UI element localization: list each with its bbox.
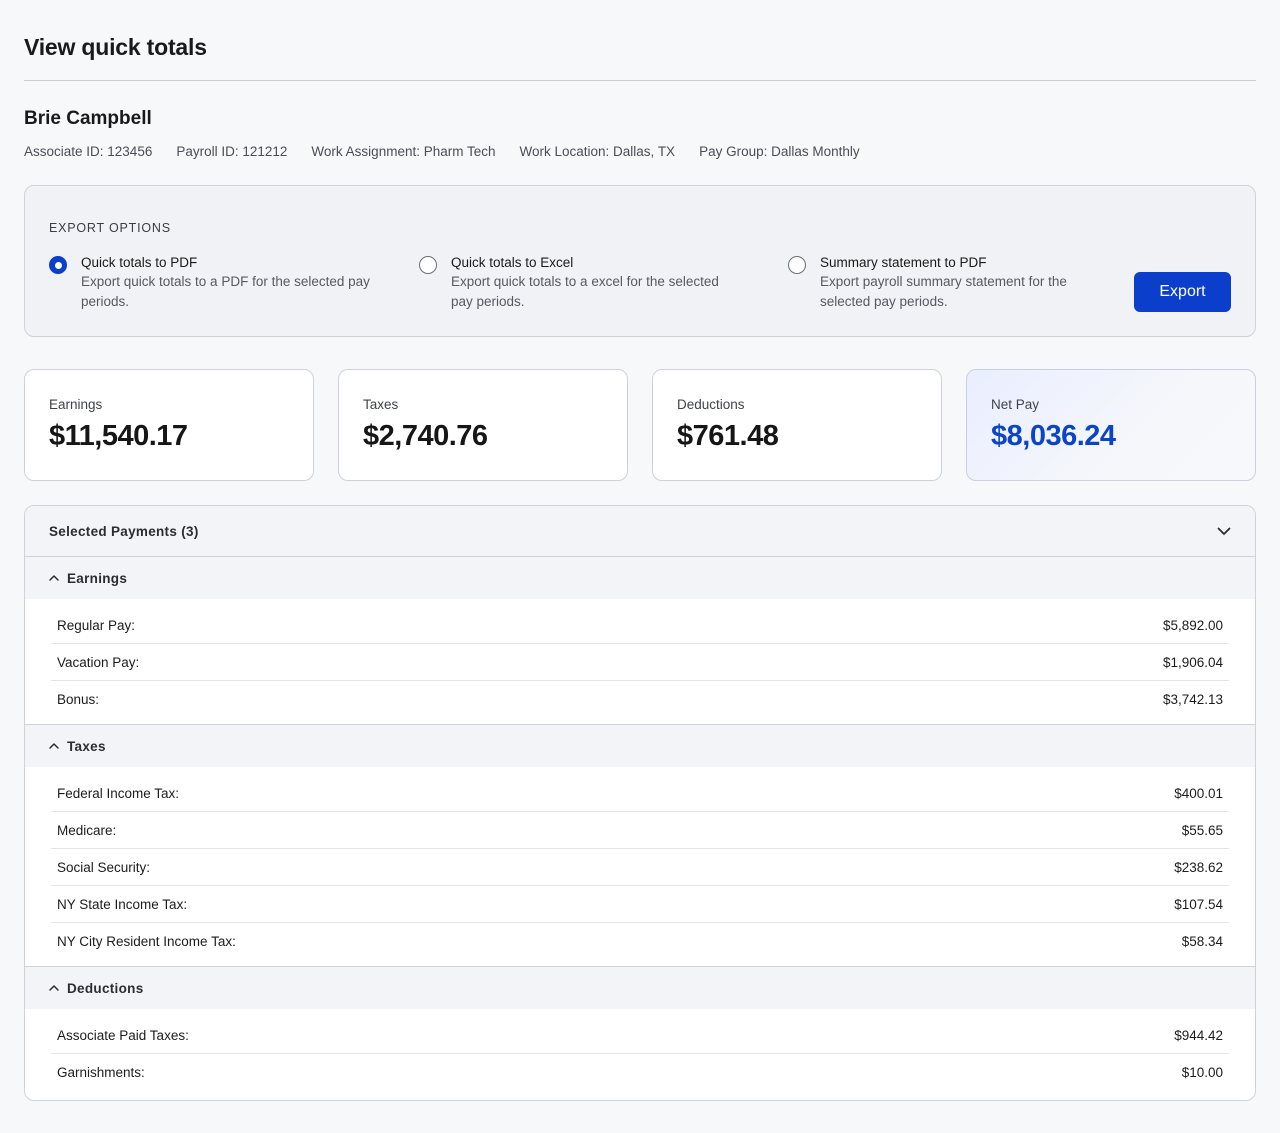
export-options-panel: EXPORT OPTIONS Quick totals to PDF Expor… <box>24 185 1256 337</box>
row-label: Garnishments: <box>57 1065 145 1080</box>
radio-excel[interactable] <box>419 256 437 274</box>
card-value: $2,740.76 <box>363 420 488 452</box>
row-label: Regular Pay: <box>57 617 136 633</box>
list-item: Bonus: $3,742.13 <box>51 681 1229 718</box>
row-value: $55.65 <box>1181 822 1223 838</box>
export-options-heading: EXPORT OPTIONS <box>49 221 171 235</box>
row-label: Federal Income Tax: <box>57 785 180 801</box>
page-title: View quick totals <box>24 34 207 60</box>
earnings-section: Earnings Regular Pay: $5,892.00 Vacation… <box>25 557 1255 725</box>
row-label: Vacation Pay: <box>57 654 140 670</box>
option-desc: Export quick totals to a excel for the s… <box>451 274 719 289</box>
card-value: $8,036.24 <box>991 420 1116 452</box>
title-divider <box>24 80 1256 81</box>
list-item: NY State Income Tax: $107.54 <box>51 886 1229 923</box>
chevron-up-icon <box>49 743 59 749</box>
chevron-up-icon <box>49 575 59 581</box>
row-value: $58.34 <box>1181 934 1223 949</box>
section-title: Taxes <box>67 739 106 754</box>
row-value: $3,742.13 <box>1162 692 1223 707</box>
selected-payments-header[interactable]: Selected Payments (3) <box>25 506 1255 557</box>
card-value: $11,540.17 <box>49 420 188 452</box>
associate-meta: Associate ID: 123456 Payroll ID: 121212 … <box>24 144 860 159</box>
selected-payments-title: Selected Payments (3) <box>49 524 199 539</box>
export-button[interactable]: Export <box>1134 272 1231 312</box>
pay-group: Pay Group: Dallas Monthly <box>699 144 860 159</box>
payroll-id: Payroll ID: 121212 <box>176 144 288 159</box>
work-assignment: Work Assignment: Pharm Tech <box>311 144 496 159</box>
option-desc: selected pay periods. <box>820 294 948 309</box>
export-option-pdf[interactable]: Quick totals to PDF Export quick totals … <box>49 254 370 312</box>
row-value: $107.54 <box>1174 896 1223 912</box>
deductions-section: Deductions Associate Paid Taxes: $944.42… <box>25 967 1255 1097</box>
summary-cards: Earnings $11,540.17 Taxes $2,740.76 Dedu… <box>24 369 1256 481</box>
option-label: Summary statement to PDF <box>820 255 987 270</box>
row-value: $10.00 <box>1181 1065 1223 1080</box>
card-label: Earnings <box>49 397 103 412</box>
section-title: Deductions <box>67 981 144 996</box>
associate-name: Brie Campbell <box>24 108 152 129</box>
list-item: Vacation Pay: $1,906.04 <box>51 644 1229 681</box>
list-item: Regular Pay: $5,892.00 <box>51 607 1229 644</box>
earnings-card: Earnings $11,540.17 <box>24 369 314 481</box>
row-label: Medicare: <box>57 822 117 838</box>
row-value: $5,892.00 <box>1162 617 1223 633</box>
chevron-up-icon <box>49 985 59 991</box>
row-label: Social Security: <box>57 859 151 875</box>
card-value: $761.48 <box>677 420 779 452</box>
row-value: $944.42 <box>1174 1027 1223 1043</box>
list-item: Social Security: $238.62 <box>51 849 1229 886</box>
row-label: Bonus: <box>57 692 100 707</box>
option-desc: periods. <box>81 294 130 309</box>
radio-pdf[interactable] <box>49 256 67 274</box>
option-label: Quick totals to Excel <box>451 255 574 270</box>
radio-summary[interactable] <box>788 256 806 274</box>
list-item: Medicare: $55.65 <box>51 812 1229 849</box>
row-value: $1,906.04 <box>1162 654 1223 670</box>
section-title: Earnings <box>67 571 128 586</box>
option-desc: Export quick totals to a PDF for the sel… <box>81 274 370 289</box>
row-value: $400.01 <box>1174 785 1223 801</box>
card-label: Taxes <box>363 397 399 412</box>
row-value: $238.62 <box>1174 859 1223 875</box>
row-label: Associate Paid Taxes: <box>57 1027 189 1043</box>
taxes-section: Taxes Federal Income Tax: $400.01 Medica… <box>25 725 1255 967</box>
selected-payments-panel: Selected Payments (3) Earnings Regular P… <box>24 505 1256 1101</box>
option-label: Quick totals to PDF <box>81 255 198 270</box>
deductions-card: Deductions $761.48 <box>652 369 942 481</box>
work-location: Work Location: Dallas, TX <box>519 144 676 159</box>
export-option-excel[interactable]: Quick totals to Excel Export quick total… <box>419 254 719 312</box>
earnings-section-header[interactable]: Earnings <box>25 557 1255 599</box>
option-desc: Export payroll summary statement for the <box>820 274 1067 289</box>
row-label: NY City Resident Income Tax: <box>57 934 236 949</box>
option-desc: pay periods. <box>451 294 525 309</box>
chevron-down-icon[interactable] <box>1215 522 1233 540</box>
export-option-summary[interactable]: Summary statement to PDF Export payroll … <box>788 254 1067 312</box>
list-item: Federal Income Tax: $400.01 <box>51 775 1229 812</box>
row-label: NY State Income Tax: <box>57 896 188 912</box>
taxes-section-header[interactable]: Taxes <box>25 725 1255 767</box>
associate-id: Associate ID: 123456 <box>24 144 153 159</box>
deductions-section-header[interactable]: Deductions <box>25 967 1255 1009</box>
card-label: Deductions <box>677 397 745 412</box>
list-item: Garnishments: $10.00 <box>51 1054 1229 1091</box>
net-pay-card: Net Pay $8,036.24 <box>966 369 1256 481</box>
list-item: NY City Resident Income Tax: $58.34 <box>51 923 1229 960</box>
list-item: Associate Paid Taxes: $944.42 <box>51 1017 1229 1054</box>
card-label: Net Pay <box>991 397 1040 412</box>
taxes-card: Taxes $2,740.76 <box>338 369 628 481</box>
